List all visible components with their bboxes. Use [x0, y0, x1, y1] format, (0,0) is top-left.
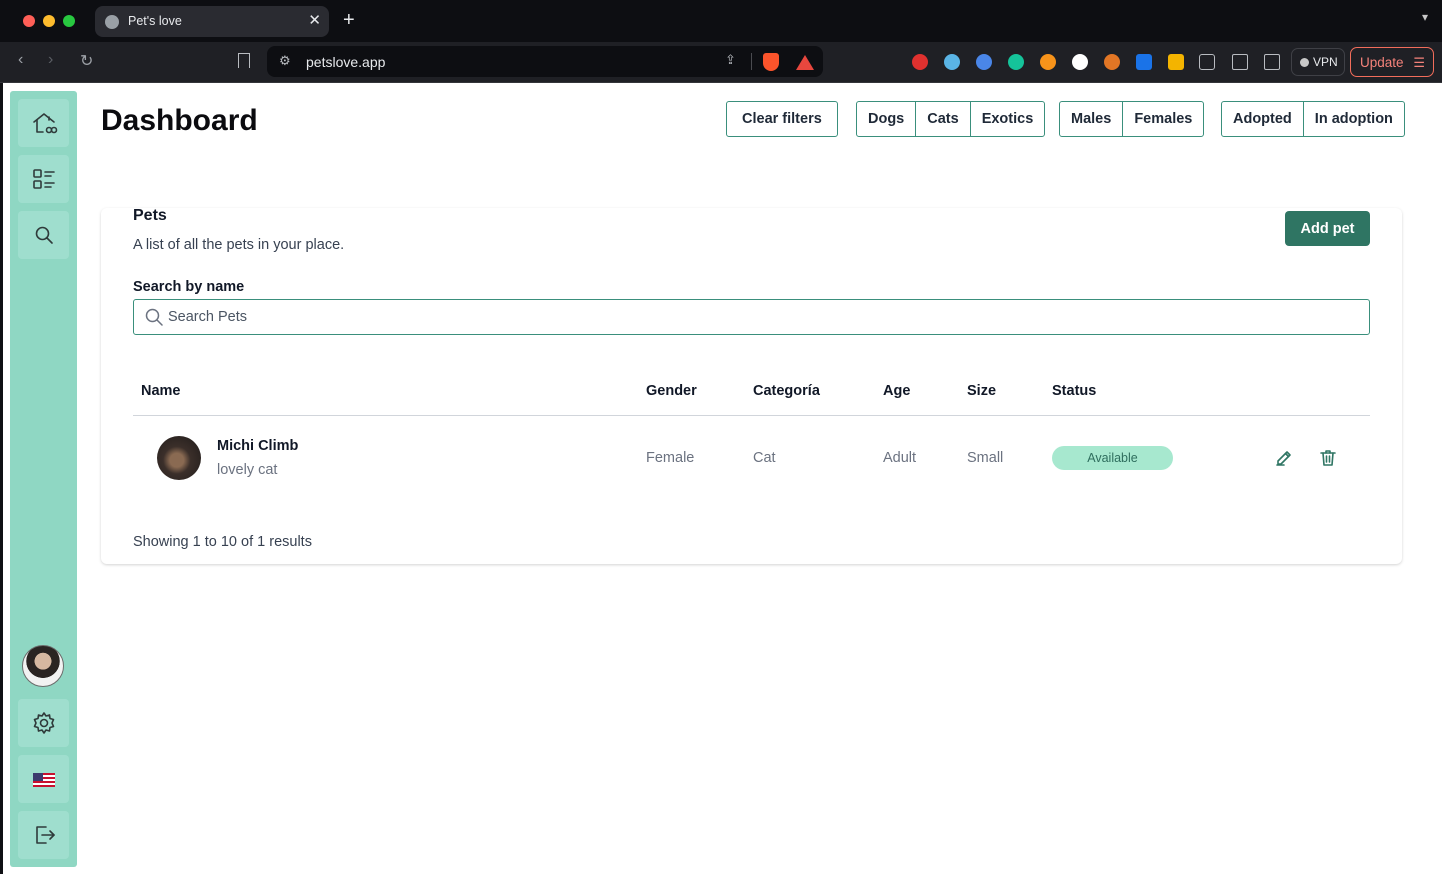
- metamask-icon[interactable]: [1104, 54, 1120, 70]
- pet-age: Adult: [883, 450, 917, 466]
- update-label: Update: [1360, 55, 1404, 70]
- clear-filters-group: Clear filters: [726, 101, 838, 137]
- search-icon: [35, 226, 53, 244]
- gear-icon: [33, 712, 54, 734]
- pets-card-title: Pets: [133, 207, 167, 224]
- search-field[interactable]: [133, 299, 1370, 335]
- tab-title: Pet's love: [128, 14, 182, 28]
- address-bar-divider: [751, 53, 752, 70]
- delete-pet-button[interactable]: [1318, 448, 1338, 468]
- page-viewport: Dashboard Clear filters Dogs Cats Exotic…: [3, 83, 1442, 874]
- filter-adopted-button[interactable]: Adopted: [1222, 102, 1304, 136]
- trash-icon: [1320, 450, 1336, 466]
- pets-card-subtitle: A list of all the pets in your place.: [133, 237, 345, 253]
- address-bar[interactable]: ⚙ petslove.app ⇪: [267, 46, 823, 77]
- vpn-button[interactable]: VPN: [1291, 48, 1345, 76]
- new-tab-button[interactable]: +: [343, 8, 355, 32]
- brave-rewards-icon[interactable]: [796, 55, 814, 70]
- pets-card: Pets A list of all the pets in your plac…: [101, 207, 1402, 564]
- column-header-status: Status: [1052, 383, 1097, 399]
- share-icon[interactable]: ⇪: [725, 52, 736, 68]
- wallet-icon[interactable]: [1264, 54, 1280, 70]
- filter-cats-button[interactable]: Cats: [916, 102, 971, 136]
- pet-size: Small: [967, 450, 1004, 466]
- sidebar-logout-button[interactable]: [18, 811, 69, 859]
- sidebar-home-button[interactable]: [18, 99, 69, 147]
- k-ext-icon[interactable]: [1136, 54, 1152, 70]
- sidebar-list-button[interactable]: [18, 155, 69, 203]
- globe-icon: [105, 15, 119, 29]
- pagination-summary: Showing 1 to 10 of 1 results: [133, 534, 312, 550]
- column-header-size: Size: [967, 383, 997, 399]
- tab-list-chevron-icon[interactable]: ▾: [1422, 10, 1428, 24]
- clear-filters-button[interactable]: Clear filters: [727, 102, 837, 136]
- species-filter-group: Dogs Cats Exotics: [856, 101, 1046, 137]
- sidebar-language-button[interactable]: [18, 755, 69, 803]
- grammarly-icon[interactable]: [1008, 54, 1024, 70]
- pet-category: Cat: [753, 450, 776, 466]
- logout-icon: [35, 826, 55, 844]
- notes-ext-icon[interactable]: [1168, 54, 1184, 70]
- edit-icon: [1276, 451, 1291, 466]
- gender-filter-group: Males Females: [1059, 101, 1205, 137]
- sidebar-settings-button[interactable]: [18, 699, 69, 747]
- sidebar: [10, 91, 77, 867]
- search-icon: [145, 308, 163, 326]
- column-header-name: Name: [141, 383, 181, 399]
- bitcoin-ext-icon[interactable]: [1040, 54, 1056, 70]
- us-flag-icon: [32, 773, 55, 787]
- browser-tabbar: Pet's love ✕ + ▾: [0, 0, 1442, 42]
- filter-males-button[interactable]: Males: [1060, 102, 1124, 136]
- back-arrow-icon[interactable]: ‹: [18, 51, 23, 69]
- pet-description: lovely cat: [217, 462, 278, 478]
- url-text[interactable]: petslove.app: [306, 54, 385, 70]
- face-ext-icon[interactable]: [1072, 54, 1088, 70]
- edit-pet-button[interactable]: [1274, 448, 1294, 468]
- tab-close-icon[interactable]: ✕: [308, 11, 321, 29]
- filter-in-adoption-button[interactable]: In adoption: [1304, 102, 1404, 136]
- filter-dogs-button[interactable]: Dogs: [857, 102, 917, 136]
- status-badge: Available: [1052, 446, 1173, 470]
- adoption-filter-group: Adopted In adoption: [1221, 101, 1405, 137]
- translate-icon[interactable]: [976, 54, 992, 70]
- window-zoom-button[interactable]: [63, 15, 75, 27]
- reload-icon[interactable]: ↻: [80, 51, 93, 71]
- add-pet-button[interactable]: Add pet: [1285, 211, 1370, 246]
- column-header-age: Age: [883, 383, 911, 399]
- pet-gender: Female: [646, 450, 695, 466]
- sidebar-search-button[interactable]: [18, 211, 69, 259]
- site-settings-icon[interactable]: ⚙: [279, 53, 291, 69]
- update-button[interactable]: Update ☰: [1350, 47, 1434, 77]
- user-avatar[interactable]: [22, 645, 64, 687]
- filter-exotics-button[interactable]: Exotics: [971, 102, 1045, 136]
- tesla-ext-icon[interactable]: [912, 54, 928, 70]
- table-header-divider: [133, 415, 1370, 416]
- window-close-button[interactable]: [23, 15, 35, 27]
- pet-name: Michi Climb: [217, 438, 299, 454]
- search-input[interactable]: [168, 300, 1358, 334]
- menu-icon: ☰: [1413, 55, 1425, 70]
- bookmark-icon[interactable]: [238, 53, 250, 68]
- brave-shields-icon[interactable]: [763, 53, 779, 71]
- browser-tab-active[interactable]: Pet's love ✕: [95, 6, 329, 37]
- vpn-label: VPN: [1313, 55, 1338, 69]
- home-pets-icon: [32, 113, 57, 134]
- sidebar-toggle-icon[interactable]: [1232, 54, 1248, 70]
- forward-arrow-icon[interactable]: ›: [48, 51, 53, 69]
- column-header-category: Categoría: [753, 383, 820, 399]
- list-icon: [32, 169, 55, 189]
- react-devtools-icon[interactable]: [944, 54, 960, 70]
- vpn-status-icon: [1300, 58, 1309, 67]
- browser-toolbar: ‹ › ↻ ⚙ petslove.app ⇪ VPN Update ☰: [0, 42, 1442, 83]
- page-title: Dashboard: [101, 104, 258, 137]
- column-header-gender: Gender: [646, 383, 697, 399]
- window-minimize-button[interactable]: [43, 15, 55, 27]
- pet-avatar: [157, 436, 201, 480]
- filter-females-button[interactable]: Females: [1123, 102, 1203, 136]
- search-label: Search by name: [133, 279, 245, 295]
- extensions-puzzle-icon[interactable]: [1199, 54, 1215, 70]
